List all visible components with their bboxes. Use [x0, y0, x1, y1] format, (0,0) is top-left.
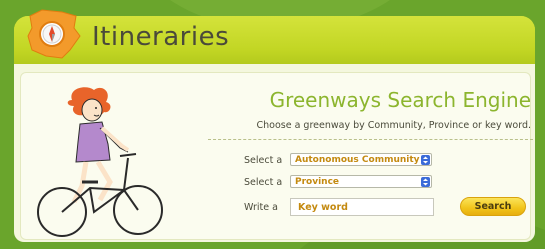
search-button[interactable]: Search: [460, 197, 526, 216]
spain-map-compass-icon: [27, 9, 81, 59]
province-select-value: Province: [295, 177, 340, 187]
page-title: Itineraries: [92, 22, 230, 52]
community-row-label: Select a: [244, 155, 283, 166]
chevron-updown-icon: [421, 155, 430, 165]
province-row-label: Select a: [244, 177, 283, 188]
search-engine-title: Greenways Search Engine: [269, 88, 531, 112]
community-select-value: Autonomous Community: [295, 155, 420, 165]
cyclist-illustration: [37, 87, 163, 237]
chevron-updown-icon: [421, 177, 430, 187]
province-select[interactable]: Province: [290, 175, 432, 188]
divider: [208, 139, 533, 140]
keyword-input[interactable]: [290, 198, 434, 216]
keyword-row-label: Write a: [244, 202, 278, 213]
search-engine-subtitle: Choose a greenway by Community, Province…: [256, 120, 532, 131]
community-select[interactable]: Autonomous Community: [290, 153, 432, 166]
